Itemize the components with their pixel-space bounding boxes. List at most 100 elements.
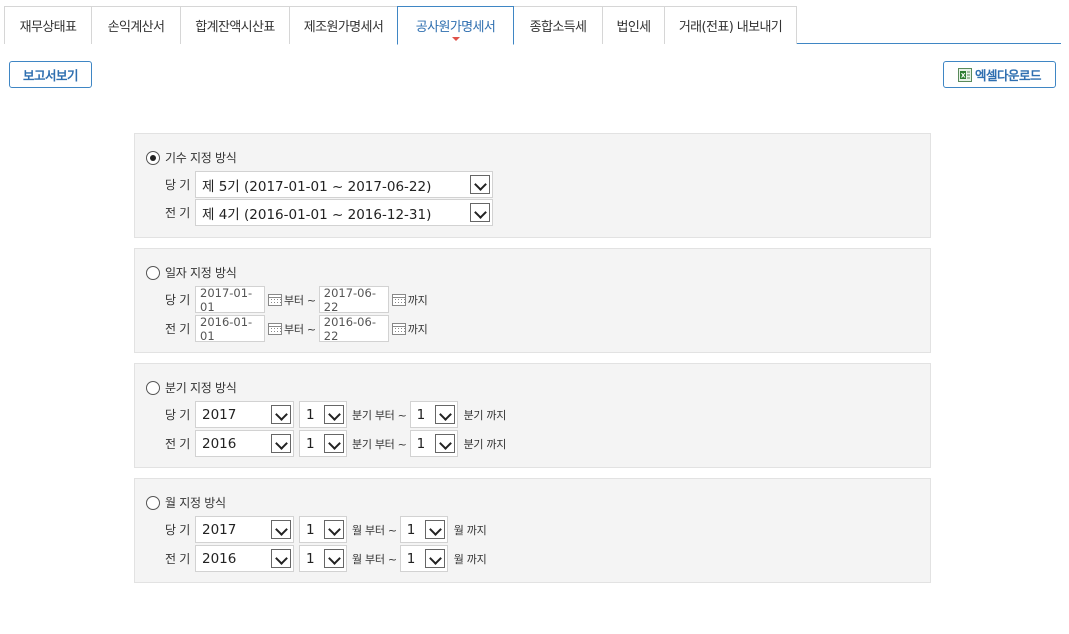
excel-icon: X — [957, 67, 972, 82]
quarter-from-text: 분기 부터 ~ — [352, 408, 407, 422]
fiscal-current-value: 제 5기 (2017-01-01 ~ 2017-06-22) — [202, 178, 432, 195]
tab-label: 손익계산서 — [107, 20, 165, 35]
current-period-label: 당 기 — [165, 293, 190, 307]
tab-income-tax[interactable]: 종합소득세 — [513, 6, 603, 44]
date-prev-to-input[interactable]: 2016-06-22 — [318, 314, 389, 343]
view-report-label: 보고서보기 — [22, 68, 79, 83]
quarter-current-from-select[interactable]: 1 — [299, 401, 347, 428]
chevron-down-icon — [470, 203, 490, 222]
month-to-text: 월 까지 — [453, 552, 487, 566]
from-text: 부터 ~ — [284, 322, 316, 336]
month-prev-from-value: 1 — [306, 550, 315, 567]
tab-label: 종합소득세 — [529, 20, 587, 35]
month-prev-from-select[interactable]: 1 — [299, 545, 347, 572]
month-current-from-select[interactable]: 1 — [299, 516, 347, 543]
chevron-down-icon — [271, 434, 291, 453]
quarter-current-year-select[interactable]: 2017 — [195, 401, 294, 428]
tab-construction-cost[interactable]: 공사원가명세서 — [397, 6, 514, 45]
fiscal-prev-value: 제 4기 (2016-01-01 ~ 2016-12-31) — [202, 206, 432, 223]
quarter-prev-year-select[interactable]: 2016 — [195, 430, 294, 457]
tab-label: 법인세 — [616, 20, 651, 35]
month-from-text: 월 부터 ~ — [352, 552, 397, 566]
fiscal-option: 기수 지정 방식 — [146, 149, 237, 166]
chevron-down-icon — [271, 549, 291, 568]
month-prev-row: 전 기 2016 1 월 부터 ~ 1 월 까지 — [165, 545, 487, 572]
quarter-option: 분기 지정 방식 — [146, 379, 237, 396]
month-option: 월 지정 방식 — [146, 494, 226, 511]
chevron-down-icon — [324, 549, 344, 568]
month-current-to-select[interactable]: 1 — [399, 516, 448, 543]
calendar-icon[interactable] — [268, 293, 282, 306]
date-current-to-input[interactable]: 2017-06-22 — [318, 285, 389, 314]
date-current-to-value: 2017-06-22 — [323, 285, 376, 314]
month-section: 월 지정 방식 당 기 2017 1 월 부터 ~ 1 월 까지 전 기 201… — [134, 478, 931, 583]
calendar-icon[interactable] — [268, 322, 282, 335]
tab-label: 제조원가명세서 — [303, 20, 384, 35]
month-prev-year-select[interactable]: 2016 — [195, 545, 294, 572]
date-radio[interactable] — [146, 265, 160, 280]
tab-manufacturing-cost[interactable]: 제조원가명세서 — [289, 6, 398, 44]
date-current-from-input[interactable]: 2017-01-01 — [195, 285, 265, 314]
chevron-down-icon — [324, 405, 344, 424]
month-radio[interactable] — [146, 495, 160, 510]
month-to-text: 월 까지 — [453, 523, 487, 537]
chevron-down-icon — [271, 405, 291, 424]
tab-trial-balance[interactable]: 합계잔액시산표 — [180, 6, 290, 44]
to-text: 까지 — [407, 293, 428, 307]
month-prev-to-select[interactable]: 1 — [399, 545, 448, 572]
month-current-from-value: 1 — [306, 521, 315, 538]
date-option: 일자 지정 방식 — [146, 264, 237, 281]
fiscal-current-row: 당 기 제 5기 (2017-01-01 ~ 2017-06-22) — [165, 171, 493, 198]
fiscal-current-select[interactable]: 제 5기 (2017-01-01 ~ 2017-06-22) — [195, 171, 493, 198]
fiscal-period-section: 기수 지정 방식 당 기 제 5기 (2017-01-01 ~ 2017-06-… — [134, 133, 931, 238]
date-option-label: 일자 지정 방식 — [165, 266, 237, 280]
month-current-row: 당 기 2017 1 월 부터 ~ 1 월 까지 — [165, 516, 487, 543]
quarter-radio[interactable] — [146, 380, 160, 395]
current-period-label: 당 기 — [165, 408, 190, 422]
tab-label: 합계잔액시산표 — [195, 20, 275, 35]
excel-download-button[interactable]: X 엑셀다운로드 — [943, 61, 1056, 88]
quarter-prev-row: 전 기 2016 1 분기 부터 ~ 1 분기 까지 — [165, 430, 506, 457]
month-prev-year-value: 2016 — [202, 550, 237, 567]
quarter-section: 분기 지정 방식 당 기 2017 1 분기 부터 ~ 1 분기 까지 전 기 … — [134, 363, 931, 468]
date-range-section: 일자 지정 방식 당 기 2017-01-01 부터 ~ 2017-06-22 … — [134, 248, 931, 353]
tab-balance-sheet[interactable]: 재무상태표 — [4, 6, 92, 44]
date-prev-to-value: 2016-06-22 — [323, 314, 376, 343]
tab-label: 거래(전표) 내보내기 — [678, 20, 783, 35]
chevron-down-icon — [434, 434, 455, 453]
quarter-prev-from-select[interactable]: 1 — [299, 430, 347, 457]
month-from-text: 월 부터 ~ — [352, 523, 397, 537]
fiscal-radio[interactable] — [146, 150, 160, 165]
quarter-current-to-select[interactable]: 1 — [409, 401, 458, 428]
date-current-from-value: 2017-01-01 — [200, 285, 253, 314]
prev-period-label: 전 기 — [165, 437, 190, 451]
quarter-prev-from-value: 1 — [306, 435, 315, 452]
view-report-button[interactable]: 보고서보기 — [9, 61, 92, 88]
quarter-from-text: 분기 부터 ~ — [352, 437, 407, 451]
quarter-current-row: 당 기 2017 1 분기 부터 ~ 1 분기 까지 — [165, 401, 506, 428]
quarter-prev-to-select[interactable]: 1 — [409, 430, 458, 457]
date-prev-from-input[interactable]: 2016-01-01 — [195, 315, 265, 343]
tab-label: 공사원가명세서 — [415, 20, 496, 35]
tab-corporate-tax[interactable]: 법인세 — [602, 6, 665, 44]
fiscal-prev-row: 전 기 제 4기 (2016-01-01 ~ 2016-12-31) — [165, 199, 493, 226]
to-text: 까지 — [407, 322, 428, 336]
report-tabbar: 재무상태표 손익계산서 합계잔액시산표 제조원가명세서 공사원가명세서 종합소득… — [4, 6, 1061, 45]
calendar-icon[interactable] — [391, 293, 406, 306]
date-prev-row: 전 기 2016-01-01 부터 ~ 2016-06-22 까지 — [165, 314, 428, 343]
calendar-icon[interactable] — [391, 322, 406, 335]
current-period-label: 당 기 — [165, 523, 190, 537]
fiscal-prev-select[interactable]: 제 4기 (2016-01-01 ~ 2016-12-31) — [195, 199, 493, 226]
month-option-label: 월 지정 방식 — [165, 496, 226, 510]
tab-transaction-export[interactable]: 거래(전표) 내보내기 — [664, 6, 797, 44]
quarter-current-year-value: 2017 — [202, 406, 237, 423]
active-tab-indicator-icon — [451, 37, 460, 41]
month-current-year-select[interactable]: 2017 — [195, 516, 294, 543]
chevron-down-icon — [271, 520, 291, 539]
month-current-year-value: 2017 — [202, 521, 237, 538]
quarter-to-text: 분기 까지 — [463, 408, 507, 422]
tab-label: 재무상태표 — [19, 20, 77, 35]
from-text: 부터 ~ — [284, 293, 316, 307]
chevron-down-icon — [424, 520, 445, 539]
tab-income-statement[interactable]: 손익계산서 — [91, 6, 181, 44]
